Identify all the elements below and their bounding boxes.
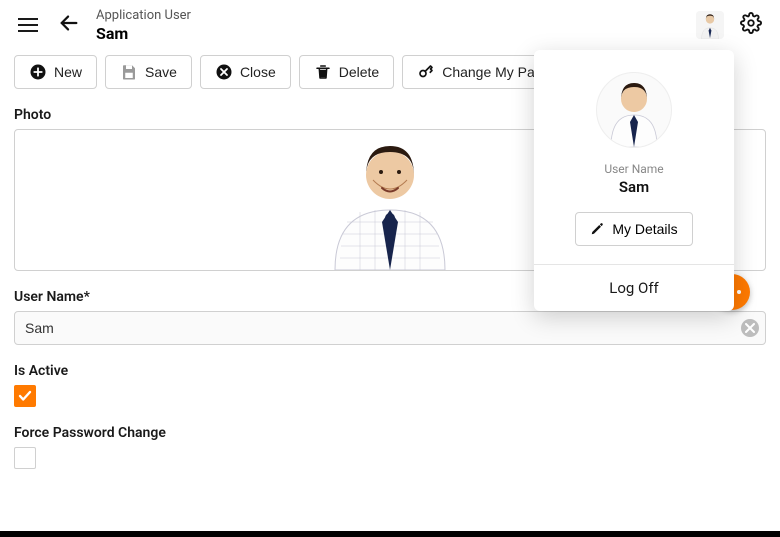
popover-username-caption: User Name [604,162,663,176]
my-details-label: My Details [612,221,677,237]
bottom-bar [0,531,780,537]
my-details-button[interactable]: My Details [575,212,692,246]
pencil-icon [590,222,604,236]
user-popover: User Name Sam My Details Log Off [534,50,734,311]
close-button[interactable]: Close [200,55,291,89]
delete-label: Delete [339,64,379,80]
popover-username: Sam [619,178,649,196]
is-active-label: Is Active [14,363,766,379]
check-icon [18,389,32,403]
save-icon [120,63,138,81]
username-input[interactable] [14,311,766,345]
force-password-checkbox[interactable] [14,447,36,469]
settings-button[interactable] [736,8,766,42]
current-user-avatar[interactable] [696,11,724,39]
log-off-button[interactable]: Log Off [534,265,734,311]
gear-icon [740,12,762,34]
breadcrumb: Application User [96,8,191,24]
key-icon [417,63,435,81]
save-label: Save [145,64,177,80]
is-active-checkbox[interactable] [14,385,36,407]
plus-circle-icon [29,63,47,81]
force-password-label: Force Password Change [14,425,766,441]
close-label: Close [240,64,276,80]
back-button[interactable] [54,8,84,42]
new-button[interactable]: New [14,55,97,89]
page-title: Sam [96,24,191,43]
close-icon [745,323,755,333]
menu-button[interactable] [14,14,42,36]
close-circle-icon [215,63,233,81]
new-label: New [54,64,82,80]
popover-avatar [596,72,672,148]
change-password-label: Change My Pass [442,64,549,80]
trash-icon [314,63,332,81]
delete-button[interactable]: Delete [299,55,394,89]
save-button[interactable]: Save [105,55,192,89]
clear-input-button[interactable] [741,319,759,337]
